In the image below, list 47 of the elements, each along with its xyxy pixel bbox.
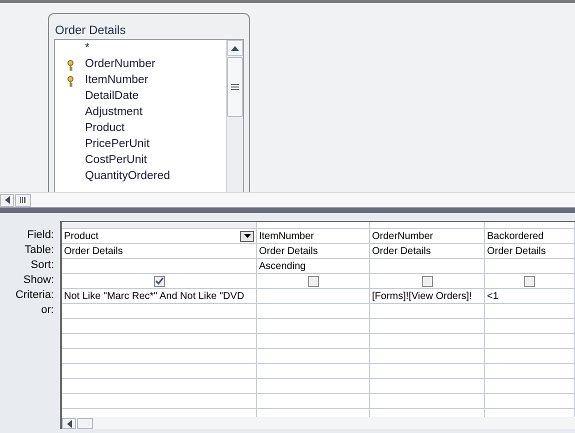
field-cell-text: Backordered <box>487 230 544 244</box>
show-checkbox[interactable] <box>154 276 164 286</box>
field-name[interactable]: OrderNumber <box>85 56 156 74</box>
table-cell-text: Order Details <box>487 244 546 258</box>
up-arrow-icon <box>231 46 239 50</box>
field-cell-text: OrderNumber <box>372 230 434 244</box>
scroll-thumb[interactable] <box>15 194 31 206</box>
field-name[interactable]: ItemNumber <box>85 72 148 90</box>
scroll-left-button[interactable] <box>62 418 76 429</box>
field-name[interactable]: PricePerUnit <box>85 136 150 154</box>
sort-cell-text: Ascending <box>259 260 306 274</box>
show-checkbox[interactable] <box>308 276 318 286</box>
dropdown-button[interactable] <box>240 230 254 242</box>
row-label: Criteria: <box>15 288 54 304</box>
field-name[interactable]: Product <box>85 120 125 138</box>
left-arrow-icon <box>4 196 10 204</box>
field-cell-text: ItemNumber <box>259 230 314 244</box>
table-window[interactable]: Order Details * OrderNumber ItemNumber DetailDate Adjustment Product PricePerUnit CostPerUnit QuantityOrdered <box>48 13 250 192</box>
criteria-cell-text: <1 <box>487 290 498 304</box>
criteria-cell-text: Not Like "Marc Rec*" And Not Like "DVD <box>64 290 244 304</box>
field-name[interactable]: DetailDate <box>85 88 139 106</box>
row-label: Field: <box>27 228 54 244</box>
field-name[interactable]: Adjustment <box>85 104 143 122</box>
table-cell-text: Order Details <box>259 244 318 258</box>
grip-icon <box>20 197 26 203</box>
criteria-cell-text: [Forms]![View Orders]! <box>372 290 472 304</box>
left-arrow-icon <box>66 420 72 428</box>
row-label: Sort: <box>30 258 54 274</box>
table-title: Order Details <box>54 22 127 39</box>
show-checkbox[interactable] <box>422 276 432 286</box>
scroll-thumb[interactable] <box>77 418 93 429</box>
field-name[interactable]: * <box>85 40 90 58</box>
row-label: Show: <box>23 273 54 288</box>
caret-icon <box>244 234 250 238</box>
show-checkbox[interactable] <box>524 276 535 286</box>
row-label: Table: <box>24 243 54 258</box>
field-name[interactable]: CostPerUnit <box>85 152 147 170</box>
grip-icon <box>231 84 239 90</box>
scroll-up-button[interactable] <box>227 40 243 56</box>
vertical-scrollbar[interactable] <box>226 40 243 192</box>
field-name[interactable]: QuantityOrdered <box>85 168 170 186</box>
row-label: or: <box>41 303 54 318</box>
table-cell-text: Order Details <box>372 244 431 258</box>
scroll-thumb[interactable] <box>227 57 243 117</box>
field-cell-text: Product <box>64 230 98 244</box>
scroll-left-button[interactable] <box>0 194 14 206</box>
table-cell-text: Order Details <box>64 244 123 258</box>
